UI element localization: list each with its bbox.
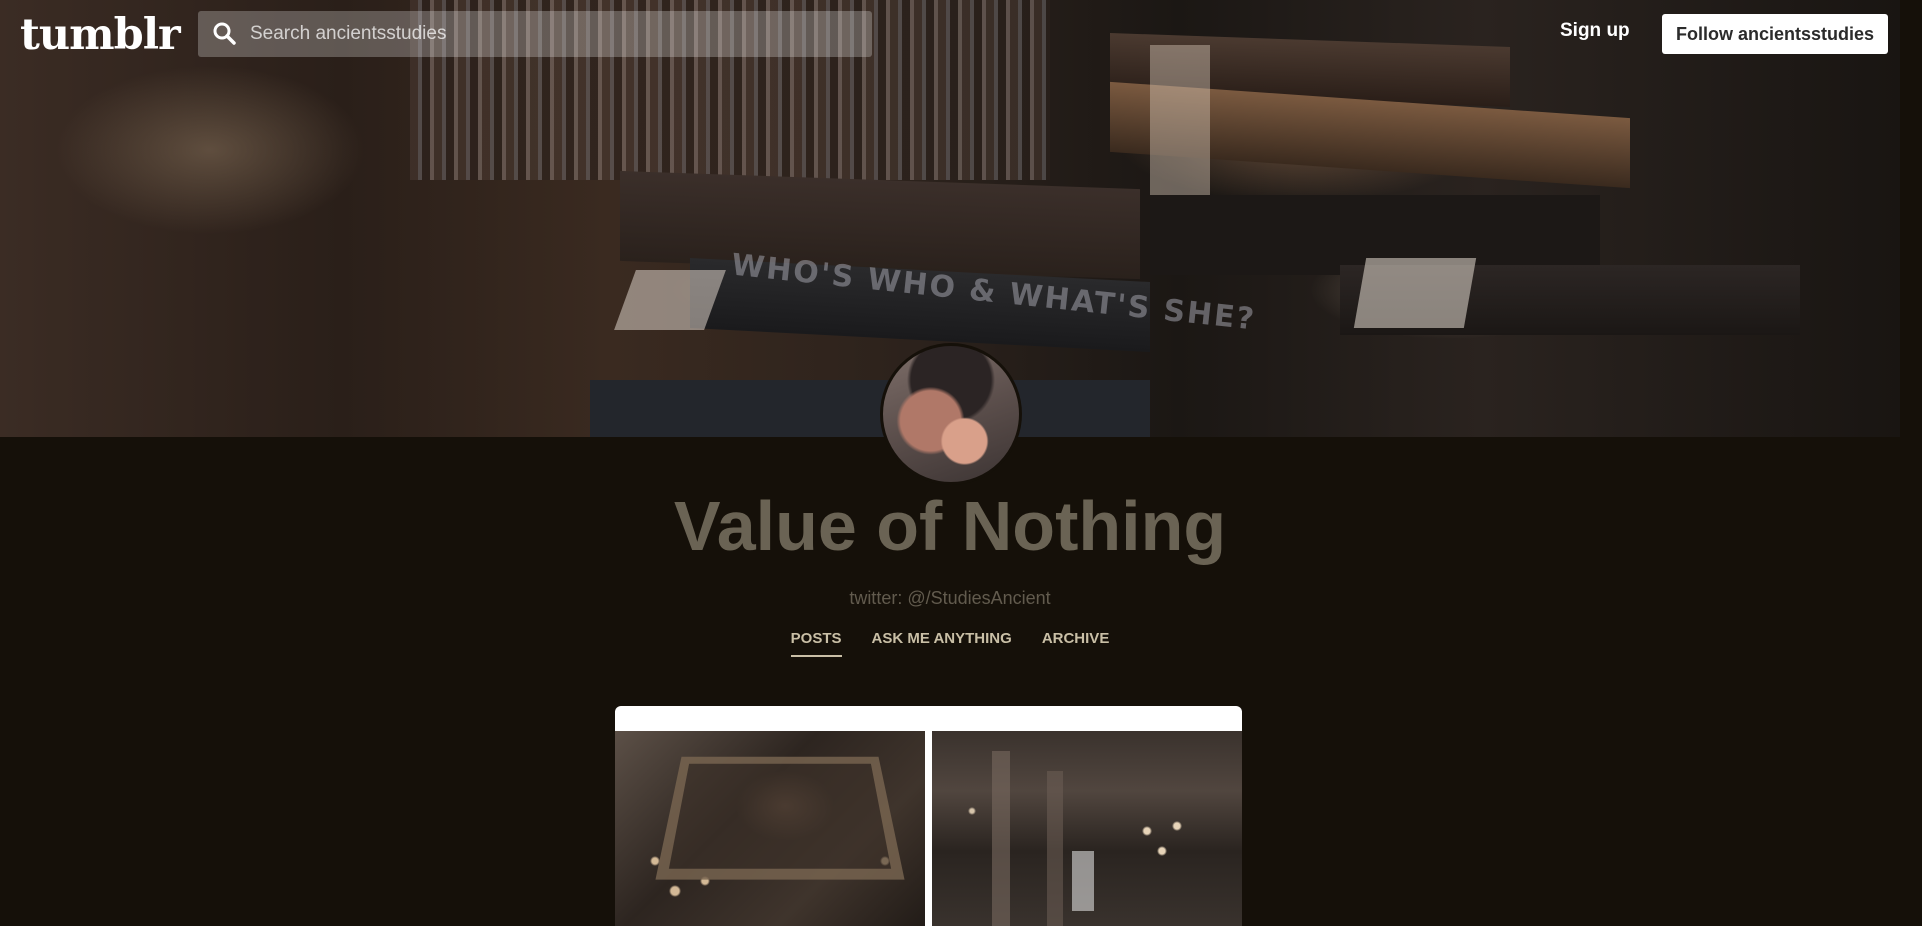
blog-description: twitter: @/StudiesAncient [849, 588, 1051, 608]
tab-ask-me-anything[interactable]: ASK ME ANYTHING [872, 630, 1012, 657]
blog-tabs: POSTS ASK ME ANYTHING ARCHIVE [0, 630, 1900, 657]
post-card [615, 706, 1242, 926]
search-icon[interactable] [212, 21, 238, 47]
post-photo-hall[interactable] [932, 731, 1242, 926]
post-photo-ceiling[interactable] [615, 731, 925, 926]
banner-book [590, 380, 1150, 437]
tab-posts[interactable]: POSTS [790, 630, 842, 657]
tumblr-logo[interactable]: tumblr [20, 10, 181, 60]
banner-page-highlight [1150, 45, 1210, 205]
blog-avatar[interactable] [880, 343, 1022, 485]
hall-window [1072, 851, 1094, 911]
tab-archive[interactable]: ARCHIVE [1042, 630, 1110, 657]
ceiling-painting-frame [655, 756, 905, 880]
blog-title: Value of Nothing [673, 487, 1227, 565]
search-input[interactable] [248, 22, 852, 46]
follow-button[interactable]: Follow ancientsstudies [1662, 14, 1888, 54]
top-navigation: tumblr Sign up Follow ancientsstudies [0, 0, 1900, 68]
hall-column [992, 751, 1010, 926]
hall-column [1047, 771, 1063, 926]
sign-up-link[interactable]: Sign up [1560, 20, 1630, 42]
banner-page-highlight [1353, 258, 1477, 328]
search-bar[interactable] [198, 11, 872, 57]
